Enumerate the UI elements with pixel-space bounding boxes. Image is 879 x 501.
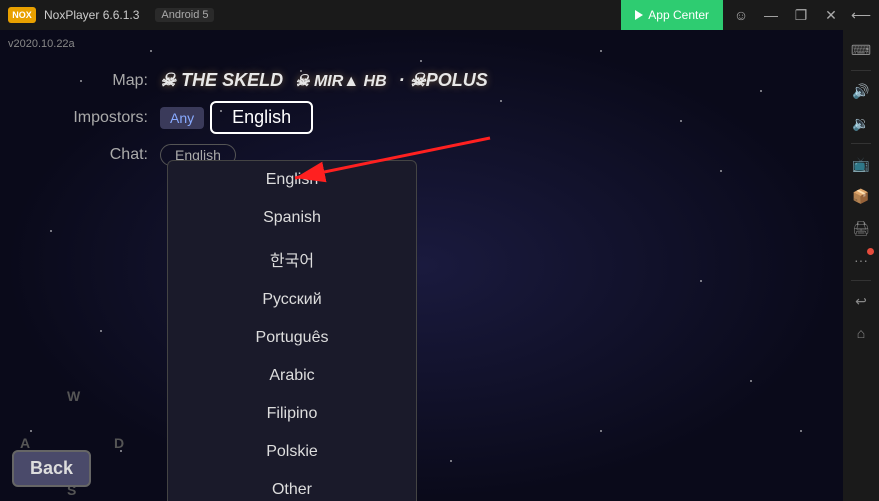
dropdown-item-polskie[interactable]: Polskie [168, 433, 416, 471]
version-text: v2020.10.22a [8, 38, 75, 50]
dropdown-item-russian[interactable]: Русский [168, 281, 416, 319]
titlebar-icon1[interactable]: ☺ [727, 5, 755, 25]
map-the-skeld[interactable]: ☠ THE SKELD [160, 70, 283, 91]
back-button[interactable]: Back [12, 450, 91, 487]
map-mira-hb[interactable]: ☠ MIR▲ HB [295, 71, 387, 91]
dropdown-item-filipino[interactable]: Filipino [168, 395, 416, 433]
sidebar-icon-back[interactable]: ↩ [846, 287, 876, 315]
sidebar-icon-volume-up[interactable]: 🔊 [846, 77, 876, 105]
sidebar-icon-display[interactable]: 📺 [846, 150, 876, 178]
key-w: W [67, 388, 80, 404]
sidebar-icon-home[interactable]: ⌂ [846, 319, 876, 347]
dropdown-item-arabic[interactable]: Arabic [168, 357, 416, 395]
game-area: v2020.10.22a Map: ☠ THE SKELD ☠ MIR▲ HB … [0, 30, 843, 501]
dropdown-item-portuguese[interactable]: Português [168, 319, 416, 357]
map-polus[interactable]: · ☠POLUS [399, 70, 488, 91]
dropdown-item-other[interactable]: Other [168, 471, 416, 501]
appcenter-label: App Center [648, 8, 709, 22]
sidebar-icon-keyboard[interactable]: ⌨ [846, 36, 876, 64]
impostors-row: Impostors: Any English [50, 101, 730, 134]
map-label: Map: [50, 72, 160, 90]
sidebar-icon-volume-down[interactable]: 🔉 [846, 109, 876, 137]
titlebar: NOX NoxPlayer 6.6.1.3 Android 5 App Cent… [0, 0, 879, 30]
chat-label: Chat: [50, 146, 160, 164]
key-d: D [114, 435, 124, 451]
any-badge[interactable]: Any [160, 107, 204, 129]
appcenter-button[interactable]: App Center [621, 0, 723, 30]
impostors-label: Impostors: [50, 109, 160, 127]
back-nav-button[interactable]: ⟵ [847, 5, 875, 25]
play-icon [635, 10, 643, 20]
notification-badge [867, 248, 874, 255]
app-logo: NOX NoxPlayer 6.6.1.3 [0, 7, 151, 23]
sidebar-divider-2 [851, 143, 871, 144]
close-button[interactable]: ✕ [817, 5, 845, 25]
map-options: ☠ THE SKELD ☠ MIR▲ HB · ☠POLUS [160, 70, 488, 91]
sidebar-icon-more[interactable]: ··· [846, 246, 876, 274]
nox-logo-icon: NOX [8, 7, 36, 23]
sidebar-divider-3 [851, 280, 871, 281]
sidebar-icon-print[interactable]: 🖨 [846, 214, 876, 242]
dropdown-item-spanish[interactable]: Spanish [168, 199, 416, 237]
android-badge: Android 5 [155, 8, 214, 22]
sidebar-icon-apk[interactable]: 📦 [846, 182, 876, 210]
sidebar-divider-1 [851, 70, 871, 71]
window-controls: ☺ — ❐ ✕ ⟵ [723, 5, 879, 25]
dropdown-item-english[interactable]: English [168, 161, 416, 199]
english-selected-box[interactable]: English [210, 101, 313, 134]
map-row: Map: ☠ THE SKELD ☠ MIR▲ HB · ☠POLUS [50, 70, 730, 91]
minimize-button[interactable]: — [757, 5, 785, 25]
dropdown-item-korean[interactable]: 한국어 [168, 237, 416, 281]
key-a: A [20, 435, 30, 451]
game-settings-panel: Map: ☠ THE SKELD ☠ MIR▲ HB · ☠POLUS Impo… [50, 60, 730, 176]
app-version: NoxPlayer 6.6.1.3 [40, 8, 143, 22]
right-sidebar: ⌨ 🔊 🔉 📺 📦 🖨 ··· ↩ ⌂ [843, 30, 879, 501]
language-dropdown: English Spanish 한국어 Русский Português Ar… [167, 160, 417, 501]
maximize-button[interactable]: ❐ [787, 5, 815, 25]
